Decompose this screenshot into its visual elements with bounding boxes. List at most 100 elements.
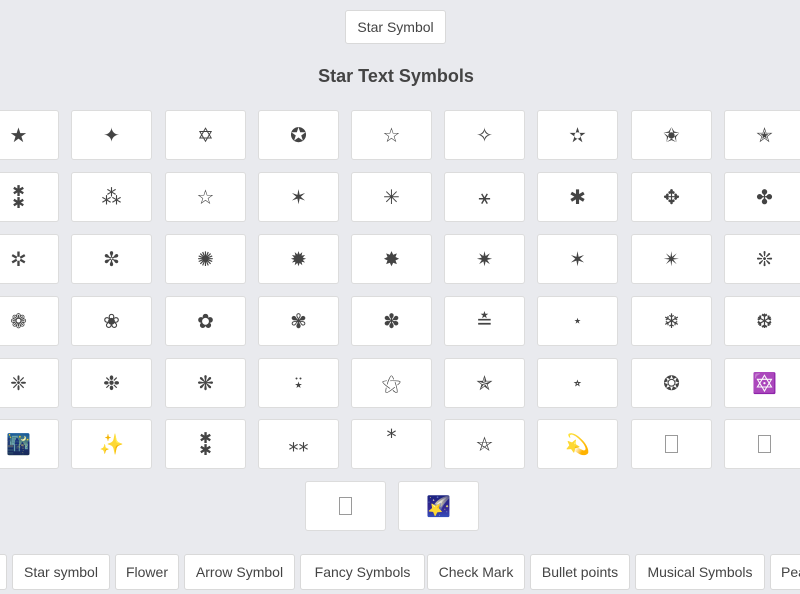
eight-pointed-black-star-icon: ✴: [663, 247, 680, 271]
two-asterisks-vertical-icon: ✱ ✱: [12, 182, 25, 212]
symbol-cell[interactable]: ❆: [724, 296, 800, 346]
tag-fancy-symbols[interactable]: Fancy Symbols: [300, 554, 425, 590]
symbol-cell[interactable]: ✬: [631, 110, 712, 160]
symbol-cell[interactable]: 🔯: [724, 358, 800, 408]
symbol-cell[interactable]: ✳: [351, 172, 432, 222]
symbol-cell[interactable]: ✹: [258, 234, 339, 284]
symbol-cell[interactable]: 🌃: [0, 419, 59, 469]
symbol-cell[interactable]: [631, 419, 712, 469]
symbol-cell[interactable]: ✧: [444, 110, 525, 160]
symbol-cell[interactable]: ✱: [537, 172, 618, 222]
star-operator-icon: ⋆: [572, 311, 583, 330]
black-star-icon: ★: [9, 123, 28, 147]
symbol-cell[interactable]: ✦: [71, 110, 152, 160]
eight-petalled-florette-icon: ❁: [10, 309, 27, 333]
four-pointed-star-icon: ✦: [103, 123, 120, 147]
symbol-cell[interactable]: ✶: [537, 234, 618, 284]
symbol-cell[interactable]: [305, 481, 386, 531]
symbol-cell[interactable]: ☆: [165, 172, 246, 222]
symbol-cell[interactable]: ✱ ✱: [165, 419, 246, 469]
black-florette-icon: ✿: [197, 309, 214, 333]
shooting-star-icon: 🌠: [426, 494, 451, 518]
symbol-cell[interactable]: ✥: [631, 172, 712, 222]
symbol-cell[interactable]: ❄: [631, 296, 712, 346]
symbol-cell[interactable]: ✺: [165, 234, 246, 284]
symbol-cell[interactable]: ✪: [258, 110, 339, 160]
symbol-cell[interactable]: ✱ ✱: [0, 172, 59, 222]
symbol-cell[interactable]: ⚝: [351, 358, 432, 408]
open-centre-asterisk-icon: ✲: [10, 247, 27, 271]
asterism-icon: ⁂: [101, 185, 122, 209]
symbol-cell[interactable]: ❋: [165, 358, 246, 408]
sixteen-pointed-asterisk-icon: ✺: [197, 247, 214, 271]
star-of-david-icon: ✡: [197, 123, 214, 147]
tag-arrow-symbol[interactable]: Arrow Symbol: [184, 554, 295, 590]
six-pointed-black-star-icon: ✶: [290, 185, 307, 209]
symbol-cell[interactable]: ☆: [351, 110, 432, 160]
symbol-cell[interactable]: ★: [0, 110, 59, 160]
eight-pointed-rectilinear-star-icon: ✷: [476, 247, 493, 271]
missing-glyph-icon: [339, 497, 352, 515]
symbol-cell[interactable]: ✡: [165, 110, 246, 160]
white-florette-icon: ❀: [103, 309, 120, 333]
symbol-cell[interactable]: ✿: [165, 296, 246, 346]
missing-glyph-icon: [665, 435, 678, 453]
symbol-cell[interactable]: ✷: [444, 234, 525, 284]
symbol-cell[interactable]: ⋆: [537, 296, 618, 346]
symbol-cell[interactable]: ❉: [71, 358, 152, 408]
symbol-cell[interactable]: ❁: [0, 296, 59, 346]
outlined-black-star-icon: ✭: [756, 123, 773, 147]
missing-glyph-icon: [758, 435, 771, 453]
symbol-cell[interactable]: ✯: [444, 358, 525, 408]
symbol-cell[interactable]: ✸: [351, 234, 432, 284]
symbol-cell[interactable]: ❈: [0, 358, 59, 408]
symbol-cell[interactable]: [724, 419, 800, 469]
white-star-icon: ☆: [382, 123, 401, 147]
heavy-teardrop-propeller-asterisk-icon: ❋: [197, 371, 214, 395]
symbol-cell[interactable]: ✭: [724, 110, 800, 160]
tag-previous[interactable]: [0, 554, 7, 590]
symbol-cell[interactable]: ⁎⁎: [258, 419, 339, 469]
asterisk-icon: *: [386, 425, 397, 449]
symbol-cell[interactable]: ✼: [71, 234, 152, 284]
black-centre-white-star-icon: ✬: [663, 123, 680, 147]
symbol-cell[interactable]: ❂: [631, 358, 712, 408]
symbol-cell[interactable]: ≛: [444, 296, 525, 346]
symbol-cell[interactable]: ✴: [631, 234, 712, 284]
heavy-chevron-snowflake-icon: ❆: [756, 309, 773, 333]
twelve-pointed-black-star-icon: ✹: [290, 247, 307, 271]
symbol-cell[interactable]: ✨: [71, 419, 152, 469]
tag-check-mark[interactable]: Check Mark: [427, 554, 525, 590]
symbol-cell[interactable]: ✶: [258, 172, 339, 222]
symbol-cell[interactable]: ⍣: [258, 358, 339, 408]
symbol-cell[interactable]: 🌠: [398, 481, 479, 531]
small-white-star-icon: ⭒: [573, 373, 582, 392]
tag-musical-symbols[interactable]: Musical Symbols: [635, 554, 765, 590]
symbol-cell[interactable]: ⚹: [444, 172, 525, 222]
symbol-cell[interactable]: ✤: [724, 172, 800, 222]
symbol-cell[interactable]: ✫: [537, 110, 618, 160]
tag-bullet-points[interactable]: Bullet points: [530, 554, 630, 590]
heavy-four-balloon-asterisk-icon: ✤: [756, 185, 773, 209]
night-with-stars-icon: 🌃: [6, 432, 31, 456]
symbol-cell[interactable]: ✽: [351, 296, 432, 346]
symbol-cell[interactable]: ⁂: [71, 172, 152, 222]
symbol-cell[interactable]: *: [351, 419, 432, 469]
open-centre-black-star-icon: ✫: [569, 123, 586, 147]
tag-peace[interactable]: Pea: [770, 554, 800, 590]
symbol-cell[interactable]: 💫: [537, 419, 618, 469]
symbol-cell[interactable]: ❊: [724, 234, 800, 284]
tag-star-symbol[interactable]: Star symbol: [12, 554, 110, 590]
tag-flower[interactable]: Flower: [115, 554, 179, 590]
symbol-cell[interactable]: ⛤: [444, 419, 525, 469]
symbol-cell[interactable]: ✾: [258, 296, 339, 346]
heavy-sparkle-icon: ❈: [10, 371, 27, 395]
star-symbol-button[interactable]: Star Symbol: [345, 10, 446, 44]
dotted-six-pointed-star-icon: 🔯: [752, 371, 777, 395]
symbol-cell[interactable]: ⭒: [537, 358, 618, 408]
symbol-cell[interactable]: ✲: [0, 234, 59, 284]
symbol-cell[interactable]: ❀: [71, 296, 152, 346]
heavy-teardrop-asterisk-icon: ✽: [383, 309, 400, 333]
two-asterisks-icon: ✱ ✱: [199, 429, 212, 459]
white-four-pointed-star-icon: ✧: [476, 123, 493, 147]
